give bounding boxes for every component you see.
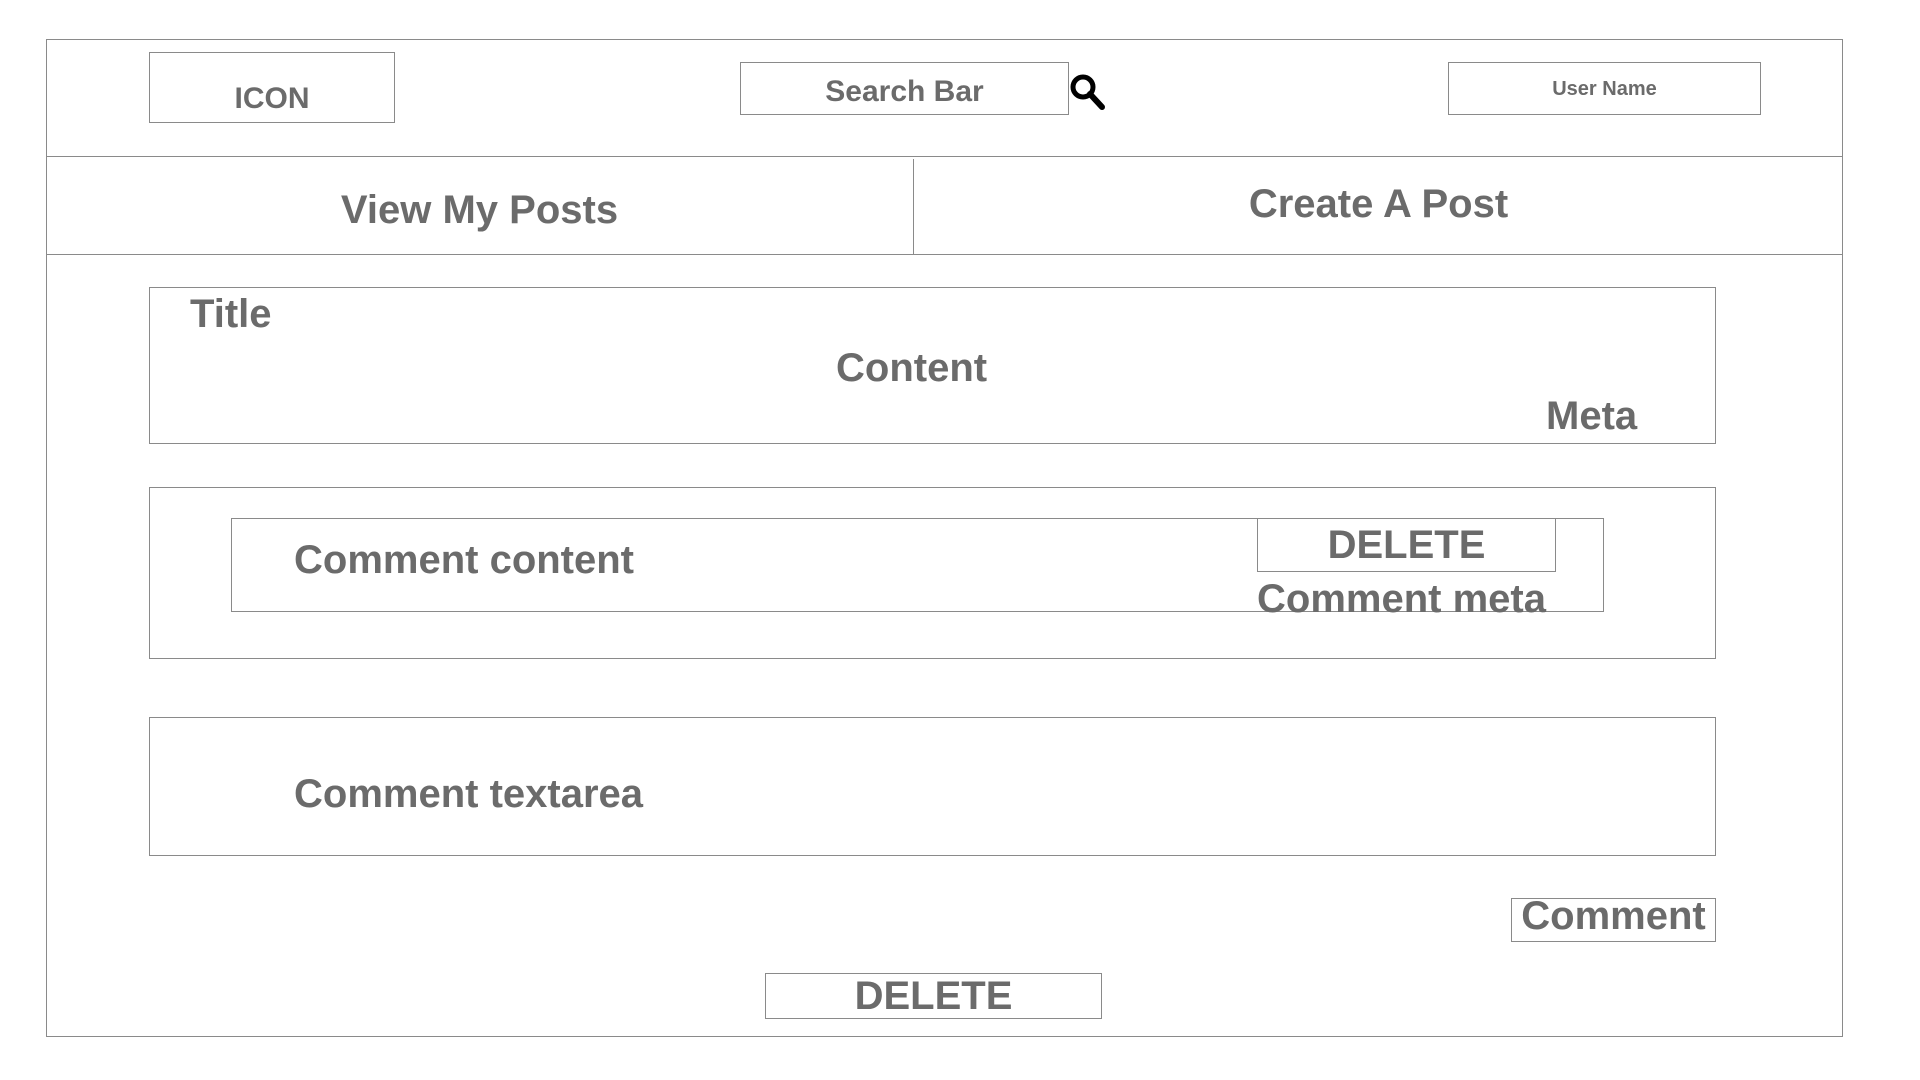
post-content: Content	[836, 346, 988, 390]
post-delete-button[interactable]: DELETE	[765, 973, 1102, 1019]
tab-view-my-posts[interactable]: View My Posts	[46, 157, 913, 254]
tab-create-a-post-label: Create A Post	[1248, 181, 1509, 226]
comment-item: Comment content DELETE Comment meta	[231, 518, 1604, 619]
comment-submit-label: Comment	[1521, 894, 1706, 938]
comment-meta: Comment meta	[1257, 577, 1546, 621]
post-card: Title Content Meta	[149, 287, 1716, 444]
comments-section: Comment content DELETE Comment meta	[149, 487, 1716, 659]
comment-delete-label: DELETE	[1327, 523, 1486, 567]
comment-textarea-placeholder: Comment textarea	[294, 772, 644, 816]
logo-label: ICON	[234, 81, 310, 115]
post-meta: Meta	[1546, 394, 1638, 438]
comment-delete-button[interactable]: DELETE	[1257, 518, 1556, 572]
user-name-label: User Name	[1552, 77, 1657, 100]
comment-content: Comment content	[294, 538, 634, 582]
post-title: Title	[190, 292, 272, 336]
search-icon[interactable]	[1068, 72, 1108, 112]
comment-textarea[interactable]: Comment textarea	[149, 717, 1716, 856]
comment-submit-button[interactable]: Comment	[1511, 894, 1716, 942]
tab-create-a-post[interactable]: Create A Post	[914, 157, 1843, 254]
search-placeholder: Search Bar	[825, 74, 984, 108]
tab-view-my-posts-label: View My Posts	[340, 187, 619, 232]
nav-divider	[46, 254, 1843, 255]
logo-box[interactable]: ICON	[149, 52, 395, 123]
user-name-box[interactable]: User Name	[1448, 62, 1761, 115]
post-delete-label: DELETE	[854, 974, 1013, 1018]
search-input[interactable]: Search Bar	[740, 62, 1069, 115]
